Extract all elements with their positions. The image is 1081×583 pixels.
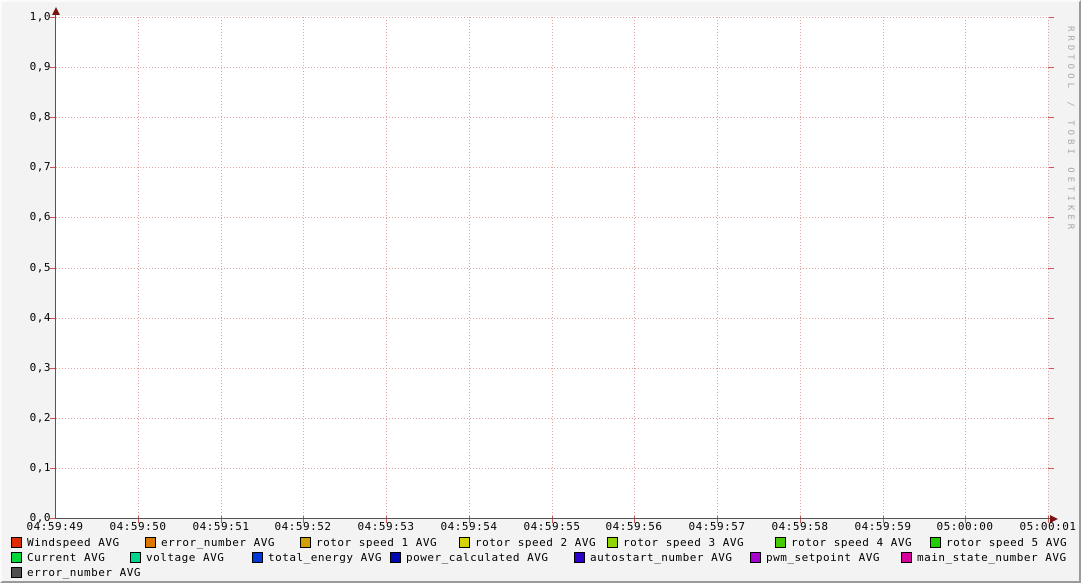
- x-axis: [55, 518, 1050, 519]
- v-gridline: [883, 17, 884, 518]
- legend-swatch: [145, 537, 156, 548]
- legend-swatch: [300, 537, 311, 548]
- legend-swatch: [574, 552, 585, 563]
- v-gridline: [965, 17, 966, 518]
- v-gridline: [138, 17, 139, 518]
- v-gridline: [469, 17, 470, 518]
- legend-label: total_energy AVG: [268, 551, 382, 564]
- legend-label: autostart_number AVG: [590, 551, 732, 564]
- v-gridline: [386, 17, 387, 518]
- y-tick-label: 0,5: [25, 262, 51, 274]
- legend-swatch: [750, 552, 761, 563]
- v-gridline: [552, 17, 553, 518]
- legend-swatch: [459, 537, 470, 548]
- x-tick-label: 04:59:57: [682, 521, 752, 533]
- x-tick-label: 04:59:51: [186, 521, 256, 533]
- legend-swatch: [390, 552, 401, 563]
- y-tick-label: 0,1: [25, 462, 51, 474]
- y-tick-label: 1,0: [25, 11, 51, 23]
- y-tick-label: 0,3: [25, 362, 51, 374]
- x-tick-label: 04:59:53: [351, 521, 421, 533]
- v-gridline: [1048, 17, 1049, 518]
- y-tick-label: 0,6: [25, 211, 51, 223]
- v-gridline: [634, 17, 635, 518]
- legend-swatch: [130, 552, 141, 563]
- v-gridline: [717, 17, 718, 518]
- y-axis-arrow-icon: [52, 7, 60, 15]
- legend-label: pwm_setpoint AVG: [766, 551, 880, 564]
- x-tick-label: 04:59:59: [848, 521, 918, 533]
- legend-swatch: [901, 552, 912, 563]
- y-tick-label: 0,8: [25, 111, 51, 123]
- legend-swatch: [11, 567, 22, 578]
- v-gridline: [303, 17, 304, 518]
- legend-swatch: [607, 537, 618, 548]
- x-tick-label: 04:59:58: [765, 521, 835, 533]
- legend-label: power_calculated AVG: [406, 551, 548, 564]
- legend-label: voltage AVG: [146, 551, 224, 564]
- x-tick-label: 04:59:52: [268, 521, 338, 533]
- legend-label: Windspeed AVG: [27, 536, 120, 549]
- v-gridline: [221, 17, 222, 518]
- v-gridline: [800, 17, 801, 518]
- x-tick-label: 04:59:50: [103, 521, 173, 533]
- x-tick-label: 04:59:56: [599, 521, 669, 533]
- x-tick-label: 04:59:49: [20, 521, 90, 533]
- rrdtool-graph: 1,00,90,80,70,60,50,40,30,20,10,004:59:4…: [0, 0, 1081, 583]
- legend-label: error_number AVG: [27, 566, 141, 579]
- x-tick-label: 04:59:54: [434, 521, 504, 533]
- x-tick-label: 05:00:00: [930, 521, 1000, 533]
- legend-swatch: [11, 537, 22, 548]
- watermark: RRDTOOL / TOBI OETIKER: [1065, 26, 1075, 233]
- x-tick-label: 04:59:55: [517, 521, 587, 533]
- legend-label: rotor speed 5 AVG: [946, 536, 1067, 549]
- legend-label: main_state_number AVG: [917, 551, 1067, 564]
- legend-swatch: [775, 537, 786, 548]
- y-tick-label: 0,7: [25, 161, 51, 173]
- y-tick-label: 0,2: [25, 412, 51, 424]
- legend-label: rotor speed 3 AVG: [623, 536, 744, 549]
- y-axis: [55, 12, 56, 518]
- legend-swatch: [11, 552, 22, 563]
- legend-swatch: [252, 552, 263, 563]
- legend-swatch: [930, 537, 941, 548]
- legend-label: Current AVG: [27, 551, 105, 564]
- legend-label: rotor speed 2 AVG: [475, 536, 596, 549]
- x-tick-label: 05:00:01: [1013, 521, 1081, 533]
- legend-label: error_number AVG: [161, 536, 275, 549]
- legend-label: rotor speed 1 AVG: [316, 536, 437, 549]
- legend-label: rotor speed 4 AVG: [791, 536, 912, 549]
- y-tick-label: 0,4: [25, 312, 51, 324]
- y-tick-label: 0,9: [25, 61, 51, 73]
